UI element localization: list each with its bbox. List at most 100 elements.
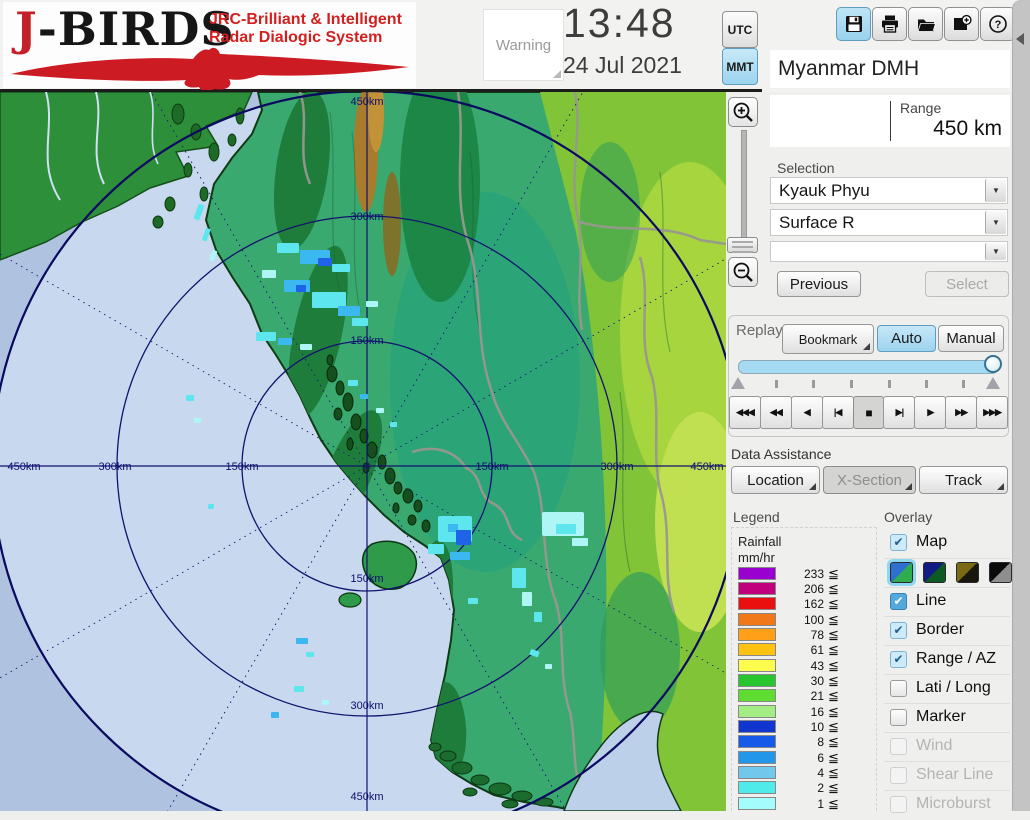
select-button[interactable]: Select	[925, 271, 1009, 297]
slider-tick	[888, 380, 891, 388]
site-dropdown-value: Kyauk Phyu	[779, 181, 870, 201]
map-style-swatch-3[interactable]	[956, 562, 979, 583]
step-back-button[interactable]: |◀	[822, 396, 854, 429]
overlay-label: Microburst	[916, 795, 991, 813]
checkbox-checked-icon[interactable]: ✔	[890, 651, 907, 668]
overlay-row-map[interactable]: ✔ Map	[884, 529, 1010, 558]
map-style-swatch-1[interactable]	[890, 562, 913, 583]
panel-scroll-strip[interactable]	[1012, 0, 1030, 811]
overlay-row-lati-long[interactable]: Lati / Long	[884, 674, 1010, 704]
app-tagline: JRC-Brilliant & Intelligent Radar Dialog…	[209, 11, 402, 47]
xsection-button[interactable]: X-Section	[823, 466, 916, 494]
manual-button[interactable]: Manual	[938, 325, 1004, 352]
play-reverse-button[interactable]: ◀	[791, 396, 823, 429]
warning-panel[interactable]: Warning	[483, 9, 564, 81]
checkbox-checked-icon[interactable]: ✔	[890, 534, 907, 551]
svg-text:450km: 450km	[690, 461, 723, 473]
print-button[interactable]	[872, 7, 907, 41]
menu-corner-icon	[905, 483, 912, 490]
help-button[interactable]: ?	[980, 7, 1015, 41]
svg-text:150km: 150km	[225, 461, 258, 473]
range-start-marker[interactable]	[731, 377, 745, 389]
overlay-label: Range / AZ	[916, 650, 996, 668]
product-dropdown[interactable]: Surface R ▼	[770, 209, 1008, 236]
chevron-down-icon[interactable]: ▼	[985, 243, 1006, 260]
checkbox-unchecked-icon[interactable]	[890, 709, 907, 726]
zoom-in-icon	[732, 101, 754, 123]
replay-label: Replay	[736, 322, 783, 339]
range-end-marker[interactable]	[986, 377, 1000, 389]
svg-text:150km: 150km	[350, 335, 383, 347]
svg-text:450km: 450km	[350, 791, 383, 803]
overlay-label: Wind	[916, 737, 952, 755]
checkbox-checked-icon[interactable]: ✔	[890, 622, 907, 639]
svg-text:300km: 300km	[98, 461, 131, 473]
zoom-out-button[interactable]	[728, 257, 758, 287]
location-button[interactable]: Location	[731, 466, 820, 494]
app-logo: J-BIRDS JRC-Brilliant & Intelligent Rada…	[3, 2, 416, 88]
station-title-box: Myanmar DMH	[770, 50, 1010, 88]
map-style-swatch-2[interactable]	[923, 562, 946, 583]
save-button[interactable]	[836, 7, 871, 41]
menu-corner-icon	[997, 483, 1004, 490]
range-box: Range 450 km	[770, 95, 1010, 147]
svg-text:450km: 450km	[7, 461, 40, 473]
zoom-slider-handle[interactable]	[727, 237, 758, 253]
step-forward-button[interactable]: ▶|	[883, 396, 915, 429]
collapse-panel-icon[interactable]	[1016, 33, 1024, 45]
checkbox-unchecked-icon[interactable]	[890, 680, 907, 697]
svg-text:450km: 450km	[350, 96, 383, 108]
map-style-swatch-4[interactable]	[989, 562, 1012, 583]
mmt-toggle-button[interactable]: MMT	[722, 48, 758, 85]
rewind-fast-button[interactable]: ◀◀◀	[729, 396, 761, 429]
forward-button[interactable]: ▶▶	[945, 396, 977, 429]
radar-map[interactable]: 450km 300km 150km 150km 300km 450km 450k…	[0, 92, 726, 811]
product-dropdown-value: Surface R	[779, 213, 855, 233]
checkbox-disabled-icon	[890, 796, 907, 813]
map-style-row	[884, 558, 1010, 588]
resize-grip-icon[interactable]	[553, 70, 561, 78]
zoom-slider-track[interactable]	[741, 130, 747, 252]
site-dropdown[interactable]: Kyauk Phyu ▼	[770, 177, 1008, 204]
overlay-row-marker[interactable]: Marker	[884, 703, 1010, 733]
utc-toggle-button[interactable]: UTC	[722, 11, 758, 48]
slider-tick	[850, 380, 853, 388]
chevron-down-icon[interactable]: ▼	[985, 179, 1006, 202]
app-tagline-line1: JRC-Brilliant & Intelligent	[209, 11, 402, 29]
bookmark-button[interactable]: Bookmark	[782, 324, 874, 354]
replay-slider-track[interactable]	[738, 360, 998, 374]
clock-time: 13:48	[563, 0, 676, 47]
svg-text:150km: 150km	[475, 461, 508, 473]
checkbox-checked-icon[interactable]: ✔	[890, 593, 907, 610]
extra-dropdown[interactable]: ▼	[770, 241, 1008, 262]
play-button[interactable]: ▶	[914, 396, 946, 429]
chevron-down-icon[interactable]: ▼	[985, 211, 1006, 234]
cheduba-island	[339, 593, 361, 607]
add-image-button[interactable]	[944, 7, 979, 41]
data-assistance-label: Data Assistance	[731, 446, 831, 462]
legend-unit-line1: Rainfall	[738, 534, 781, 549]
open-folder-button[interactable]	[908, 7, 943, 41]
range-value: 450 km	[933, 117, 1002, 141]
range-label: Range	[900, 100, 941, 116]
track-button[interactable]: Track	[919, 466, 1008, 494]
overlay-row-range-az[interactable]: ✔ Range / AZ	[884, 645, 1010, 675]
overlay-row-line[interactable]: ✔ Line	[884, 587, 1010, 617]
stop-button[interactable]: ■	[853, 396, 885, 429]
slider-tick	[925, 380, 928, 388]
auto-button[interactable]: Auto	[877, 325, 936, 352]
previous-button[interactable]: Previous	[777, 271, 861, 297]
forward-fast-button[interactable]: ▶▶▶	[976, 396, 1008, 429]
replay-slider-handle[interactable]	[984, 355, 1002, 373]
playback-controls: ◀◀◀ ◀◀ ◀ |◀ ■ ▶| ▶ ▶▶ ▶▶▶	[729, 396, 1007, 429]
overlay-row-border[interactable]: ✔ Border	[884, 616, 1010, 646]
overlay-row-shear-line: Shear Line	[884, 761, 1010, 791]
slider-tick	[962, 380, 965, 388]
track-label: Track	[945, 472, 982, 489]
overlay-label: Map	[916, 533, 947, 551]
station-name: Myanmar DMH	[770, 57, 919, 81]
rewind-button[interactable]: ◀◀	[760, 396, 792, 429]
selection-label: Selection	[777, 160, 835, 176]
print-icon	[880, 14, 900, 34]
zoom-in-button[interactable]	[728, 97, 758, 127]
